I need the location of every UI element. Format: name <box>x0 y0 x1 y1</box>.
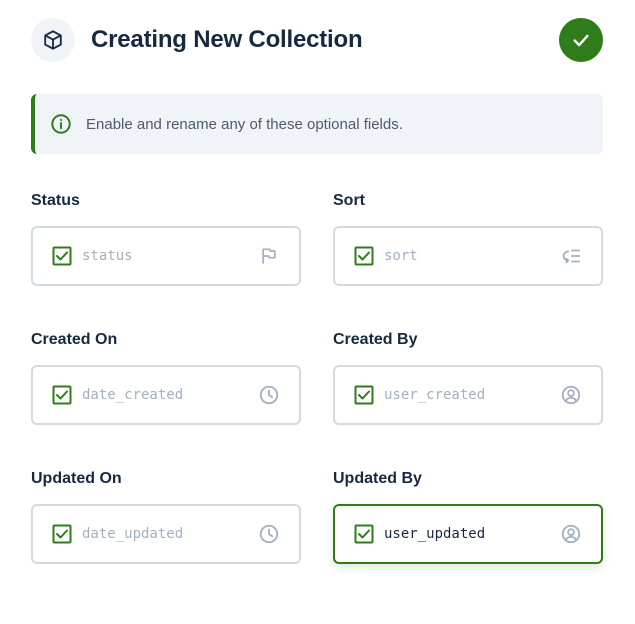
date-updated-field[interactable]: date_updated <box>31 504 301 564</box>
date-created-field-value[interactable]: date_created <box>82 387 258 403</box>
user-created-field-value[interactable]: user_created <box>384 387 560 403</box>
flag-icon <box>258 245 280 267</box>
date-created-checkbox[interactable] <box>52 385 72 405</box>
field-updated-on: Updated On date_updated <box>31 469 301 564</box>
field-created-on: Created On date_created <box>31 330 301 425</box>
notice-text: Enable and rename any of these optional … <box>86 115 403 133</box>
check-icon <box>573 34 589 47</box>
user-created-field[interactable]: user_created <box>333 365 603 425</box>
status-field[interactable]: status <box>31 226 301 286</box>
clock-icon <box>258 523 280 545</box>
user-updated-field[interactable]: user_updated <box>333 504 603 564</box>
field-label-created-by: Created By <box>333 331 418 348</box>
clock-icon <box>258 384 280 406</box>
date-updated-checkbox[interactable] <box>52 524 72 544</box>
sort-field[interactable]: sort <box>333 226 603 286</box>
field-sort: Sort sort <box>333 191 603 286</box>
date-created-field[interactable]: date_created <box>31 365 301 425</box>
user-updated-field-value[interactable]: user_updated <box>384 526 560 542</box>
sort-icon <box>560 245 582 267</box>
field-label-sort: Sort <box>333 192 365 209</box>
field-label-status: Status <box>31 192 80 209</box>
info-icon <box>50 113 72 135</box>
field-label-created-on: Created On <box>31 331 118 348</box>
page-header: Creating New Collection <box>31 18 603 62</box>
user-updated-checkbox[interactable] <box>354 524 374 544</box>
field-status: Status status <box>31 191 301 286</box>
status-checkbox[interactable] <box>52 246 72 266</box>
user-icon <box>560 523 582 545</box>
page-title: Creating New Collection <box>91 26 363 53</box>
field-created-by: Created By user_created <box>333 330 603 425</box>
info-notice: Enable and rename any of these optional … <box>31 94 603 154</box>
date-updated-field-value[interactable]: date_updated <box>82 526 258 542</box>
sort-checkbox[interactable] <box>354 246 374 266</box>
save-button[interactable] <box>559 18 603 62</box>
box-icon <box>31 18 75 62</box>
field-updated-by: Updated By user_updated <box>333 469 603 564</box>
sort-field-value[interactable]: sort <box>384 248 560 264</box>
user-created-checkbox[interactable] <box>354 385 374 405</box>
field-label-updated-on: Updated On <box>31 470 122 487</box>
field-label-updated-by: Updated By <box>333 470 422 487</box>
status-field-value[interactable]: status <box>82 248 258 264</box>
user-icon <box>560 384 582 406</box>
